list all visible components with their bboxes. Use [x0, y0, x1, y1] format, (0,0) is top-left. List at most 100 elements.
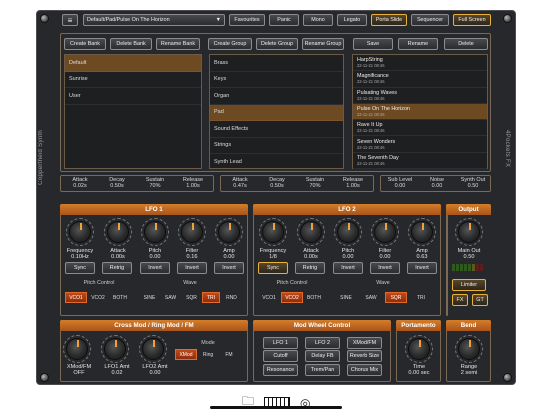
mw-chorus-mix-button[interactable]: Chorus Mix — [347, 364, 382, 376]
lfo1-sync-button[interactable]: Sync — [65, 262, 95, 274]
create-bank-button[interactable]: Create Bank — [64, 38, 106, 50]
delete-group-button[interactable]: Delete Group — [256, 38, 298, 50]
bank-item[interactable]: User — [65, 88, 201, 105]
full-screen-button[interactable]: Full Screen — [453, 14, 491, 26]
rename-preset-button[interactable]: Rename — [398, 38, 438, 50]
lfo1-frequency-knob[interactable] — [69, 221, 91, 243]
lfo1-wave-sine[interactable]: SINE — [139, 292, 160, 303]
mode-fm[interactable]: FM — [219, 349, 239, 360]
lfo1-pitch-knob[interactable] — [144, 221, 166, 243]
mono-button[interactable]: Mono — [303, 14, 333, 26]
bank-item[interactable]: Default — [65, 55, 201, 72]
rename-group-button[interactable]: Rename Group — [302, 38, 344, 50]
lfo1-vco2-option[interactable]: VCO2 — [87, 292, 109, 303]
synth-out[interactable]: Synth Out 0.50 — [456, 177, 490, 190]
lfo2-frequency-knob[interactable] — [262, 221, 284, 243]
preset-item[interactable]: HarpString 22-11-21 08:46 — [353, 55, 487, 72]
lfo1-wave-saw[interactable]: SAW — [160, 292, 181, 303]
lfo2-invert-amp-button[interactable]: Invert — [407, 262, 437, 274]
mw-xmod-fm-button[interactable]: XMod/FM — [347, 337, 382, 349]
mw-trem-pan-button[interactable]: Trem/Pan — [305, 364, 340, 376]
bank-item[interactable]: Sunrise — [65, 72, 201, 88]
lfo1-amt-knob[interactable] — [104, 338, 126, 360]
lfo1-both-option[interactable]: BOTH — [109, 292, 131, 303]
lfo2-vco1-option[interactable]: VCO1 — [258, 292, 280, 303]
lfo2-wave-sine[interactable]: SINE — [334, 292, 358, 303]
lfo1-wave-sqr[interactable]: SQR — [181, 292, 202, 303]
lfo2-sync-button[interactable]: Sync — [258, 262, 288, 274]
delete-preset-button[interactable]: Delete — [444, 38, 488, 50]
mode-xmod[interactable]: XMod — [175, 349, 197, 360]
group-item[interactable]: Pad — [210, 104, 343, 121]
lfo2-filter-knob[interactable] — [374, 221, 396, 243]
preset-item[interactable]: Pulse On The Horizon 22-11-21 08:46 — [353, 103, 487, 121]
env2-release[interactable]: Release 1.00s — [337, 177, 369, 190]
mode-ring[interactable]: Ring — [198, 349, 218, 360]
portamento-time-knob[interactable] — [408, 338, 430, 360]
sequencer-button[interactable]: Sequencer — [411, 14, 449, 26]
lfo2-wave-sqr[interactable]: SQR — [385, 292, 407, 303]
preset-item[interactable]: Seven Wonders 22-11-21 08:46 — [353, 136, 487, 153]
preset-selector[interactable]: Default/Pad/Pulse On The Horizon ▼ — [83, 14, 225, 26]
mw-resonance-button[interactable]: Resonance — [263, 364, 298, 376]
mw-cutoff-button[interactable]: Cutoff — [263, 350, 298, 362]
lfo2-amt-knob[interactable] — [142, 338, 164, 360]
legato-button[interactable]: Legato — [337, 14, 367, 26]
menu-button[interactable]: ≡ — [62, 14, 78, 26]
lfo1-invert-amp-button[interactable]: Invert — [214, 262, 244, 274]
env2-decay[interactable]: Decay 0.50s — [262, 177, 292, 190]
lfo1-wave-tri[interactable]: TRI — [202, 292, 220, 303]
lfo1-amp-knob[interactable] — [218, 221, 240, 243]
lfo1-attack-knob[interactable] — [107, 221, 129, 243]
env1-decay[interactable]: Decay 0.50s — [102, 177, 132, 190]
limiter-button[interactable]: Limiter — [452, 279, 486, 291]
env1-sustain[interactable]: Sustain 70% — [140, 177, 170, 190]
group-item[interactable]: Strings — [210, 138, 343, 154]
lfo2-pitch-knob[interactable] — [337, 221, 359, 243]
lfo2-invert-pitch-button[interactable]: Invert — [333, 262, 363, 274]
lfo1-retrig-button[interactable]: Retrig — [102, 262, 132, 274]
sub-level[interactable]: Sub Level 0.00 — [384, 177, 416, 190]
panic-button[interactable]: Panic — [269, 14, 299, 26]
gt-button[interactable]: GT — [472, 294, 488, 306]
preset-item[interactable]: Magnificance 22-11-21 08:46 — [353, 71, 487, 88]
lfo1-invert-filter-button[interactable]: Invert — [177, 262, 207, 274]
xmod-fm-knob[interactable] — [66, 338, 88, 360]
noise-level[interactable]: Noise 0.00 — [423, 177, 451, 190]
lfo2-wave-tri[interactable]: TRI — [409, 292, 433, 303]
lfo2-retrig-button[interactable]: Retrig — [295, 262, 325, 274]
preset-item[interactable]: Rave It Up 22-11-21 08:46 — [353, 120, 487, 137]
mw-lfo2-button[interactable]: LFO 2 — [305, 337, 340, 349]
create-group-button[interactable]: Create Group — [208, 38, 252, 50]
save-button[interactable]: Save — [353, 38, 393, 50]
group-item[interactable]: Brass — [210, 55, 343, 72]
porta-slide-button[interactable]: Porta Slide — [371, 14, 407, 26]
favourites-button[interactable]: Favourites — [229, 14, 265, 26]
mw-delay-fb-button[interactable]: Delay FB — [305, 350, 340, 362]
lfo2-amp-knob[interactable] — [411, 221, 433, 243]
lfo2-invert-filter-button[interactable]: Invert — [370, 262, 400, 274]
mw-reverb-size-button[interactable]: Reverb Size — [347, 350, 382, 362]
folder-icon[interactable]: 🗀 — [242, 392, 254, 413]
group-item[interactable]: Synth Lead — [210, 154, 343, 171]
preset-item[interactable]: The Seventh Day 22-11-21 08:46 — [353, 153, 487, 170]
fx-button[interactable]: FX — [452, 294, 468, 306]
lfo1-invert-pitch-button[interactable]: Invert — [140, 262, 170, 274]
bend-range-knob[interactable] — [458, 338, 480, 360]
env2-attack[interactable]: Attack 0.47s — [225, 177, 255, 190]
delete-bank-button[interactable]: Delete Bank — [110, 38, 152, 50]
lfo1-vco1-option[interactable]: VCO1 — [65, 292, 87, 303]
preset-item[interactable]: Pulsating Waves 22-11-21 08:46 — [353, 88, 487, 104]
env1-attack[interactable]: Attack 0.02s — [65, 177, 95, 190]
env1-release[interactable]: Release 1.00s — [177, 177, 209, 190]
rename-bank-button[interactable]: Rename Bank — [156, 38, 200, 50]
group-item[interactable]: Sound Effects — [210, 121, 343, 138]
lfo2-attack-knob[interactable] — [300, 221, 322, 243]
main-out-knob[interactable] — [458, 221, 480, 243]
group-item[interactable]: Keys — [210, 72, 343, 88]
lfo2-both-option[interactable]: BOTH — [303, 292, 325, 303]
lfo2-wave-saw[interactable]: SAW — [359, 292, 383, 303]
lfo1-filter-knob[interactable] — [181, 221, 203, 243]
group-item[interactable]: Organ — [210, 88, 343, 105]
lfo1-wave-rnd[interactable]: RND — [221, 292, 242, 303]
